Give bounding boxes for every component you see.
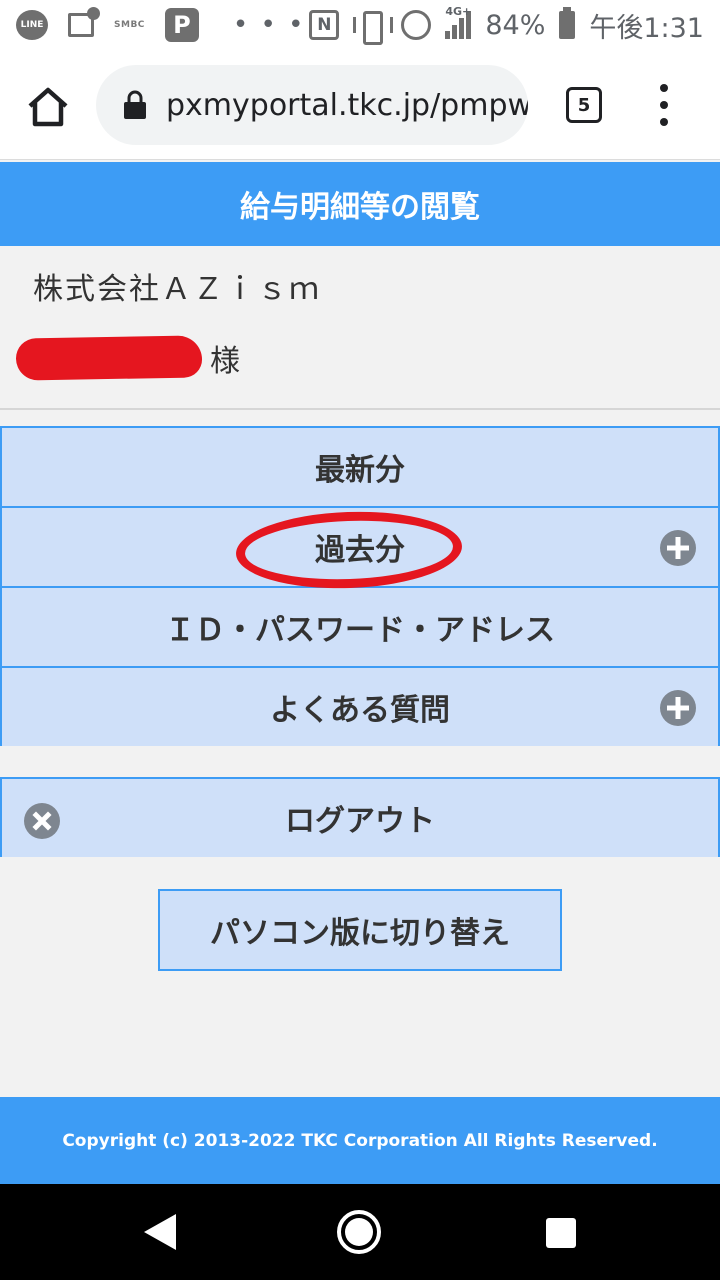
notification-icon: [68, 7, 100, 37]
expand-plus-icon[interactable]: [660, 690, 696, 726]
alarm-icon: [401, 10, 432, 40]
pc-version-switch-button[interactable]: パソコン版に切り替え: [158, 889, 562, 971]
menu-item-latest[interactable]: 最新分: [0, 426, 720, 506]
home-icon[interactable]: [24, 82, 72, 130]
honorific: 様: [210, 344, 240, 379]
close-icon: [24, 803, 60, 839]
menu-item-faq[interactable]: よくある質問: [0, 666, 720, 746]
logout-button[interactable]: ログアウト: [0, 777, 720, 857]
page-title: 給与明細等の閲覧: [0, 162, 720, 246]
browser-menu-icon[interactable]: [652, 84, 676, 126]
tab-switcher-button[interactable]: 5: [566, 87, 602, 123]
user-name-row: 様: [15, 335, 240, 381]
footer-copyright: Copyright (c) 2013-2022 TKC Corporation …: [0, 1097, 720, 1184]
recents-icon[interactable]: [546, 1218, 576, 1248]
menu-item-label: 過去分: [315, 533, 405, 568]
battery-level: 84%: [485, 9, 546, 41]
clock: 午後1:31: [589, 12, 704, 44]
menu-item-past[interactable]: 過去分: [0, 506, 720, 586]
address-bar[interactable]: pxmyportal.tkc.jp/pmpw: [96, 65, 528, 145]
more-notifications-icon: • • •: [232, 10, 306, 40]
logout-label: ログアウト: [285, 804, 435, 839]
pc-switch-label: パソコン版に切り替え: [210, 916, 510, 951]
expand-plus-icon[interactable]: [660, 530, 696, 566]
home-circle-icon[interactable]: [337, 1210, 381, 1254]
system-navigation-bar: [0, 1184, 720, 1280]
menu-item-label: ＩＤ・パスワード・アドレス: [165, 613, 555, 648]
menu-item-label: 最新分: [315, 453, 405, 488]
back-icon[interactable]: [142, 1212, 178, 1252]
paypay-icon: P: [164, 8, 199, 42]
lock-icon: [124, 90, 146, 119]
redacted-user-name: [15, 335, 203, 381]
line-icon: LINE: [16, 10, 48, 40]
nfc-icon: N: [309, 10, 340, 40]
status-bar: LINE SMBC P • • • N 4G+ 84% 午後1:31: [0, 0, 720, 50]
network-type: 4G+: [445, 5, 472, 18]
status-left: LINE SMBC P • • •: [16, 7, 306, 42]
menu-item-id-password[interactable]: ＩＤ・パスワード・アドレス: [0, 586, 720, 666]
battery-icon: [559, 7, 576, 39]
status-right: N 4G+ 84% 午後1:31: [309, 5, 704, 45]
url-text: pxmyportal.tkc.jp/pmpw: [166, 87, 528, 123]
signal-icon: 4G+: [445, 5, 472, 39]
main-menu: 最新分 過去分 ＩＤ・パスワード・アドレス よくある質問: [0, 426, 720, 746]
browser-toolbar: pxmyportal.tkc.jp/pmpw 5: [0, 50, 720, 160]
menu-item-label: よくある質問: [270, 693, 450, 728]
company-name: 株式会社ＡＺｉｓｍ: [33, 272, 321, 307]
vibrate-icon: [353, 11, 394, 45]
divider: [0, 408, 720, 410]
smbc-icon: SMBC: [114, 20, 145, 30]
